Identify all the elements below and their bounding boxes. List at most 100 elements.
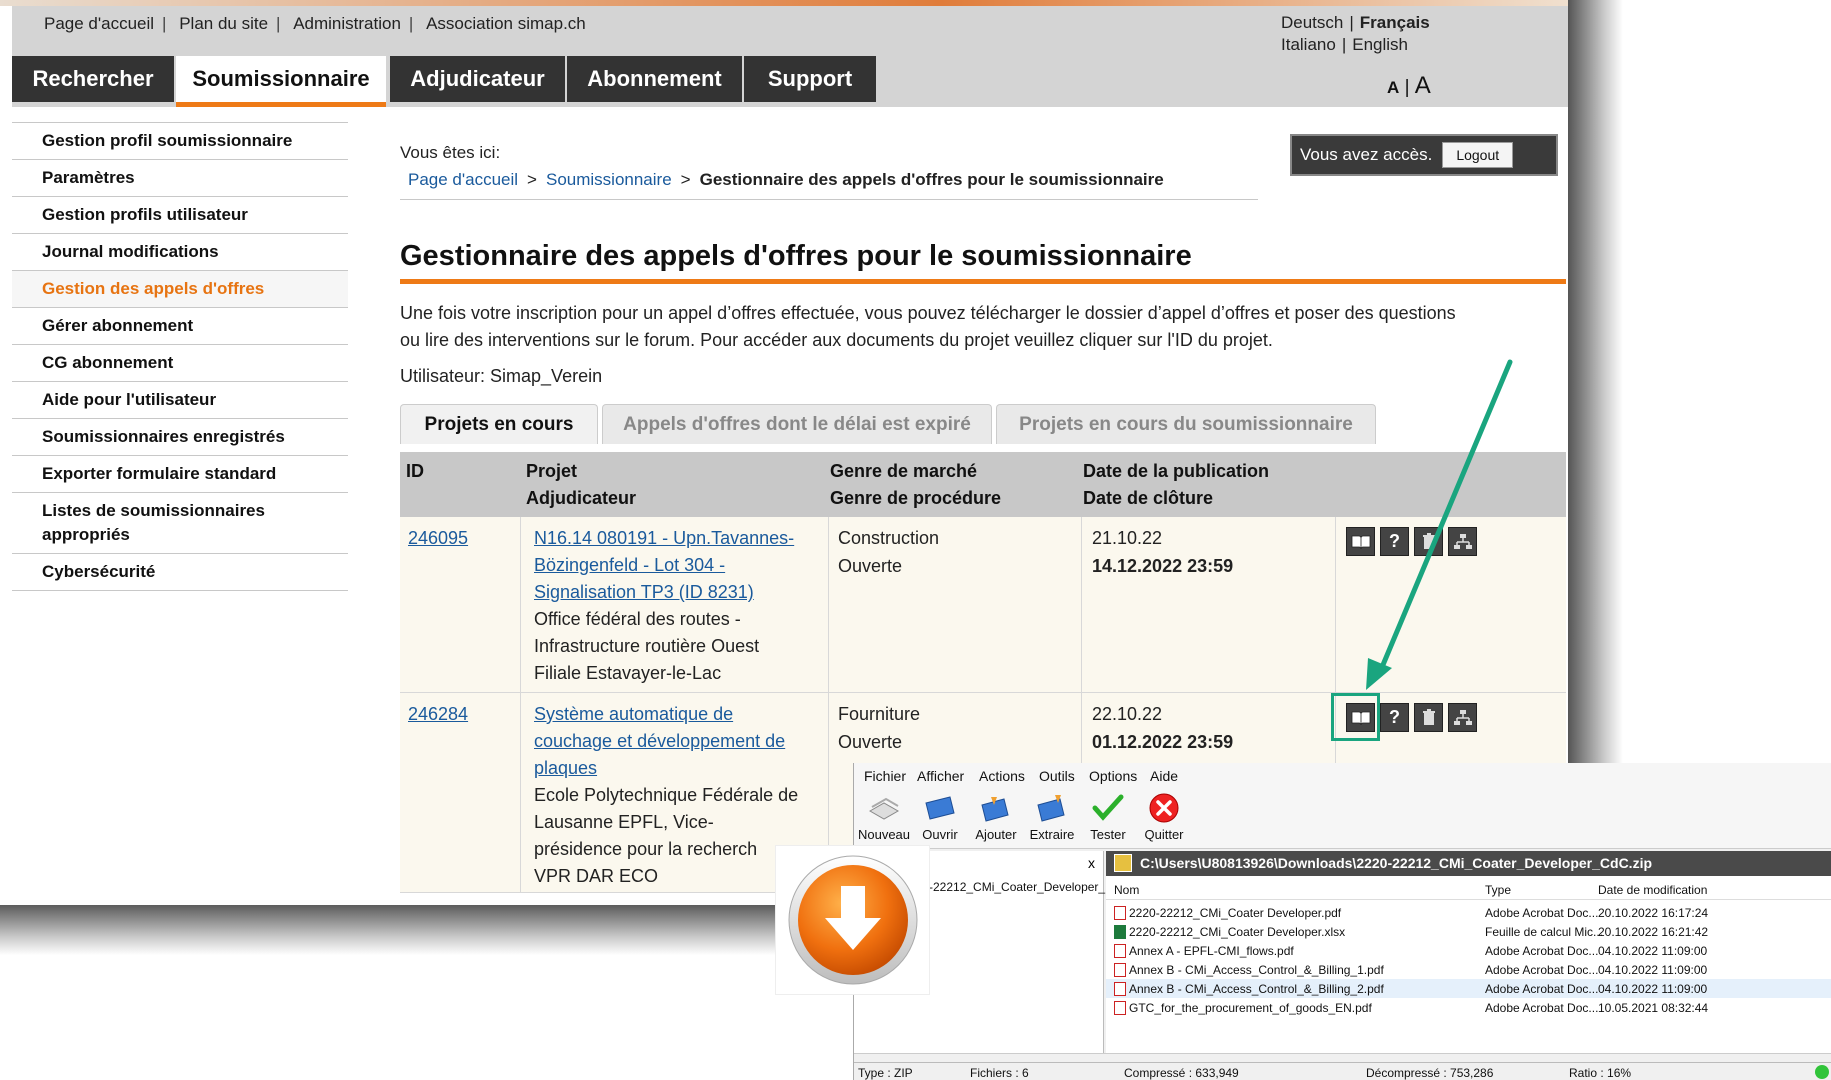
nav-tab-support[interactable]: Support	[744, 56, 876, 102]
trash-icon[interactable]	[1414, 703, 1443, 732]
font-size-small[interactable]: A	[1387, 78, 1399, 97]
tool-ouvrir[interactable]: Ouvrir	[912, 791, 968, 842]
toplink-sitemap[interactable]: Plan du site	[179, 14, 268, 34]
structure-icon[interactable]	[1448, 703, 1477, 732]
user-line: Utilisateur: Simap_Verein	[400, 366, 603, 386]
menu-actions[interactable]: Actions	[979, 768, 1025, 784]
date-pub: 21.10.22	[1092, 528, 1163, 548]
sidebar-item-settings[interactable]: Paramètres	[12, 159, 348, 196]
menu-fichier[interactable]: Fichier	[864, 768, 906, 784]
download-badge	[775, 845, 930, 995]
sidebar-item-lists[interactable]: Listes de soumissionnaires appropriés	[12, 492, 348, 553]
toplink-admin[interactable]: Administration	[293, 14, 401, 34]
status-files: Fichiers : 6	[970, 1066, 1029, 1080]
font-size-switcher: A | A	[1387, 72, 1431, 99]
tab-projets-en-cours[interactable]: Projets en cours	[400, 404, 598, 444]
table-header: ID Projet Adjudicateur Genre de marché G…	[400, 452, 1566, 517]
sidebar-item-help[interactable]: Aide pour l'utilisateur	[12, 381, 348, 418]
project-title-line[interactable]: Système automatique de	[534, 701, 798, 728]
file-row-selected[interactable]: Annex B - CMi_Access_Control_&_Billing_2…	[1106, 979, 1831, 998]
project-title-line[interactable]: couchage et développement de	[534, 728, 798, 755]
question-icon[interactable]: ?	[1380, 527, 1409, 556]
sidebar-item-user-profiles[interactable]: Gestion profils utilisateur	[12, 196, 348, 233]
nav-tab-adjudicateur[interactable]: Adjudicateur	[390, 56, 565, 102]
tool-quitter[interactable]: Quitter	[1136, 791, 1192, 842]
tool-ajouter[interactable]: Ajouter	[968, 791, 1024, 842]
archive-file-list: Nom Type Date de modification 2220-22212…	[1106, 876, 1831, 1053]
tool-nouveau[interactable]: Nouveau	[856, 791, 912, 842]
check-icon	[1090, 791, 1126, 825]
documents-book-icon[interactable]	[1346, 527, 1375, 556]
sidebar-item-tenders[interactable]: Gestion des appels d'offres	[12, 270, 348, 307]
tree-archive-item[interactable]: -22212_CMi_Coater_Developer_	[929, 880, 1105, 894]
lang-en[interactable]: English	[1352, 35, 1408, 54]
adjudicateur-line: Infrastructure routière Ouest	[534, 636, 760, 656]
project-title: Système automatique de couchage et dével…	[534, 701, 798, 890]
tab-projets-soumissionnaire[interactable]: Projets en cours du soumissionnaire	[996, 404, 1376, 444]
genre-procedure: Ouverte	[838, 732, 903, 752]
nav-tab-soumissionnaire[interactable]: Soumissionnaire	[176, 56, 386, 107]
lang-de[interactable]: Deutsch	[1281, 13, 1343, 32]
structure-icon[interactable]	[1448, 527, 1477, 556]
sidebar-item-export[interactable]: Exporter formulaire standard	[12, 455, 348, 492]
extract-icon	[1034, 791, 1070, 825]
breadcrumb-label: Vous êtes ici:	[400, 143, 501, 162]
project-title-line[interactable]: Bözingenfeld - Lot 304 -	[534, 552, 794, 579]
table-row: 246095 N16.14 080191 - Upn.Tavannes- Böz…	[400, 517, 1566, 693]
date-cloture: 14.12.2022 23:59	[1092, 556, 1234, 576]
menu-afficher[interactable]: Afficher	[917, 768, 964, 784]
nav-tab-rechercher[interactable]: Rechercher	[12, 56, 174, 102]
nav-tab-abonnement[interactable]: Abonnement	[567, 56, 742, 102]
toplink-home[interactable]: Page d'accueil	[44, 14, 154, 34]
file-row[interactable]: Annex A - EPFL-CMI_flows.pdf Adobe Acrob…	[1106, 941, 1831, 960]
font-size-large[interactable]: A	[1415, 72, 1431, 99]
col-nom[interactable]: Nom	[1114, 883, 1139, 897]
adjudicateur-line: Filiale Estavayer-le-Lac	[534, 663, 722, 683]
sidebar-item-registered[interactable]: Soumissionnaires enregistrés	[12, 418, 348, 455]
project-title-line[interactable]: plaques	[534, 755, 798, 782]
question-icon[interactable]: ?	[1380, 703, 1409, 732]
close-pane-icon[interactable]: x	[1088, 855, 1095, 871]
tab-delai-expire[interactable]: Appels d'offres dont le délai est expiré	[602, 404, 992, 444]
pdf-file-icon	[1114, 982, 1126, 996]
sidebar-item-subscription[interactable]: Gérer abonnement	[12, 307, 348, 344]
archive-menubar: Fichier Afficher Actions Outils Options …	[854, 763, 1831, 789]
pdf-file-icon	[1114, 944, 1126, 958]
file-row[interactable]: GTC_for_the_procurement_of_goods_EN.pdf …	[1106, 998, 1831, 1017]
folder-up-icon[interactable]	[1114, 854, 1132, 872]
sidebar-item-cg[interactable]: CG abonnement	[12, 344, 348, 381]
breadcrumb-current: Gestionnaire des appels d'offres pour le…	[699, 170, 1164, 189]
lang-fr[interactable]: Français	[1360, 13, 1430, 32]
project-title-line[interactable]: N16.14 080191 - Upn.Tavannes-	[534, 525, 794, 552]
file-row[interactable]: 2220-22212_CMi_Coater Developer.pdf Adob…	[1106, 903, 1831, 922]
project-title-line[interactable]: Signalisation TP3 (ID 8231)	[534, 579, 794, 606]
logout-button[interactable]: Logout	[1442, 142, 1514, 168]
tool-tester[interactable]: Tester	[1080, 791, 1136, 842]
download-arrow-icon	[788, 855, 917, 985]
lang-it[interactable]: Italiano	[1281, 35, 1336, 54]
file-row[interactable]: 2220-22212_CMi_Coater Developer.xlsx Feu…	[1106, 922, 1831, 941]
main-navbar: Rechercher Soumissionnaire Adjudicateur …	[12, 56, 1568, 107]
menu-outils[interactable]: Outils	[1039, 768, 1075, 784]
status-type: Type : ZIP	[858, 1066, 913, 1080]
sidebar-item-cyber[interactable]: Cybersécurité	[12, 553, 348, 591]
project-id-link[interactable]: 246095	[408, 525, 468, 552]
col-date[interactable]: Date de modification	[1598, 883, 1707, 897]
breadcrumb: Page d'accueil > Soumissionnaire > Gestionna…	[408, 170, 1164, 189]
project-id-link[interactable]: 246284	[408, 701, 468, 728]
file-row[interactable]: Annex B - CMi_Access_Control_&_Billing_1…	[1106, 960, 1831, 979]
col-type[interactable]: Type	[1485, 883, 1511, 897]
tool-extraire[interactable]: Extraire	[1024, 791, 1080, 842]
sidebar-item-profile[interactable]: Gestion profil soumissionnaire	[12, 122, 348, 159]
breadcrumb-section[interactable]: Soumissionnaire	[546, 170, 672, 189]
menu-options[interactable]: Options	[1089, 768, 1137, 784]
adjudicateur-line: VPR DAR ECO	[534, 866, 659, 886]
toplink-association[interactable]: Association simap.ch	[426, 14, 586, 34]
breadcrumb-home[interactable]: Page d'accueil	[408, 170, 518, 189]
sidebar-item-journal[interactable]: Journal modifications	[12, 233, 348, 270]
adjudicateur-line: présidence pour la recherch	[534, 839, 758, 859]
archive-status-bar: Type : ZIP Fichiers : 6 Compressé : 633,…	[854, 1062, 1831, 1080]
menu-aide[interactable]: Aide	[1150, 768, 1178, 784]
close-circle-icon	[1146, 791, 1182, 825]
trash-icon[interactable]	[1414, 527, 1443, 556]
